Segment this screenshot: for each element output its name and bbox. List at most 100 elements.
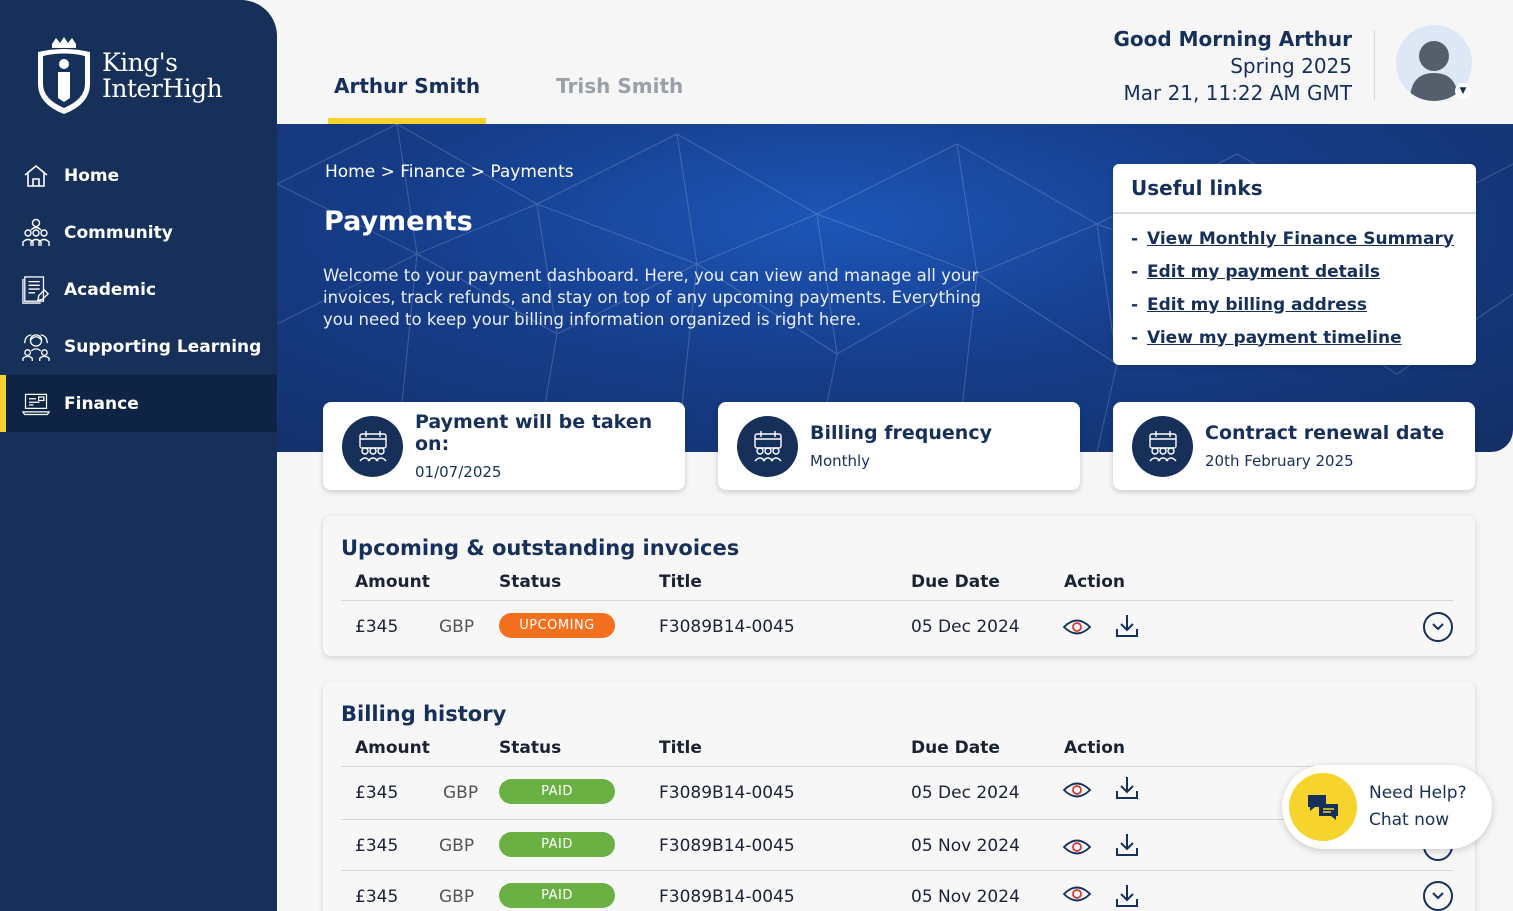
calendar-people-icon — [1132, 415, 1193, 477]
sidebar-item-finance[interactable]: Finance — [0, 375, 277, 432]
currency-cell: GBP — [443, 783, 479, 803]
header-divider — [1374, 30, 1375, 100]
chevron-down-icon — [1432, 623, 1444, 631]
billing-frequency-card: Billing frequency Monthly — [718, 402, 1080, 490]
title-cell: F3089B14-0045 — [659, 617, 795, 637]
calendar-people-icon — [737, 415, 798, 477]
amount-cell: £345 — [355, 836, 399, 856]
crest-icon — [38, 37, 90, 114]
download-icon[interactable] — [1115, 883, 1139, 911]
expand-row-button[interactable] — [1423, 612, 1453, 642]
brand-line-2: InterHigh — [102, 74, 223, 103]
amount-cell: £345 — [355, 783, 399, 803]
currency-cell: GBP — [439, 836, 475, 856]
download-icon[interactable] — [1115, 613, 1139, 643]
greeting-text: Good Morning Arthur — [1113, 27, 1352, 51]
sidebar-nav: Home Community Academic Supporting Learn… — [0, 147, 277, 432]
due-date-cell: 05 Nov 2024 — [911, 887, 1020, 907]
brand-name: King's InterHigh — [102, 50, 223, 103]
datetime-text: Mar 21, 11:22 AM GMT — [1123, 81, 1352, 105]
sidebar-item-community[interactable]: Community — [0, 204, 277, 261]
breadcrumb-separator: > — [380, 162, 395, 182]
due-date-cell: 05 Dec 2024 — [911, 617, 1020, 637]
table-header: Amount Status Title Due Date Action — [341, 738, 1453, 762]
breadcrumb: Home > Finance > Payments — [325, 162, 574, 182]
status-badge: UPCOMING — [499, 613, 615, 638]
list-item: - View my payment timeline — [1131, 321, 1476, 354]
column-title: Title — [659, 572, 702, 592]
term-text: Spring 2025 — [1230, 54, 1352, 78]
currency-cell: GBP — [439, 617, 475, 637]
expand-row-button[interactable] — [1423, 881, 1453, 911]
status-badge: PAID — [499, 832, 615, 857]
sidebar-item-home[interactable]: Home — [0, 147, 277, 204]
column-status: Status — [499, 572, 562, 592]
column-due-date: Due Date — [911, 572, 1000, 592]
view-eye-icon[interactable] — [1062, 779, 1092, 805]
dash: - — [1131, 261, 1139, 282]
table-row: £345 GBP UPCOMING F3089B14-0045 05 Dec 2… — [341, 600, 1453, 652]
column-due-date: Due Date — [911, 738, 1000, 758]
page-description: Welcome to your payment dashboard. Here,… — [323, 266, 982, 329]
dash: - — [1131, 294, 1139, 315]
link-edit-payment-details[interactable]: Edit my payment details — [1147, 262, 1380, 282]
academic-icon — [22, 275, 50, 305]
card-label: Contract renewal date — [1205, 422, 1445, 444]
table-header: Amount Status Title Due Date Action — [341, 572, 1453, 596]
sidebar-item-academic[interactable]: Academic — [0, 261, 277, 318]
link-payment-timeline[interactable]: View my payment timeline — [1147, 328, 1402, 348]
home-icon — [22, 161, 50, 191]
column-status: Status — [499, 738, 562, 758]
greeting-block: Good Morning Arthur Spring 2025 Mar 21, … — [1113, 26, 1352, 107]
status-badge: PAID — [499, 883, 615, 908]
view-eye-icon[interactable] — [1062, 836, 1092, 862]
card-label: Billing frequency — [810, 422, 992, 444]
chat-icon — [1289, 773, 1357, 841]
due-date-cell: 05 Dec 2024 — [911, 783, 1020, 803]
student-tabs: Arthur Smith Trish Smith — [328, 70, 689, 124]
sidebar-item-label: Supporting Learning — [64, 336, 262, 357]
chat-line-2: Chat now — [1369, 810, 1450, 830]
section-title: Upcoming & outstanding invoices — [341, 536, 740, 560]
column-action: Action — [1064, 572, 1125, 592]
status-badge: PAID — [499, 779, 615, 804]
download-icon[interactable] — [1115, 775, 1139, 805]
breadcrumb-finance[interactable]: Finance — [400, 162, 465, 182]
chat-line-1: Need Help? — [1369, 783, 1467, 803]
link-edit-billing-address[interactable]: Edit my billing address — [1147, 295, 1367, 315]
title-cell: F3089B14-0045 — [659, 783, 795, 803]
title-cell: F3089B14-0045 — [659, 887, 795, 907]
chat-now-button[interactable]: Need Help? Chat now — [1282, 765, 1492, 849]
list-item: - View Monthly Finance Summary — [1131, 222, 1476, 255]
community-icon — [22, 218, 50, 248]
card-value: 20th February 2025 — [1205, 452, 1354, 470]
sidebar-item-label: Academic — [64, 279, 157, 300]
download-icon[interactable] — [1115, 832, 1139, 862]
chevron-down-icon — [1432, 892, 1444, 900]
link-monthly-finance-summary[interactable]: View Monthly Finance Summary — [1147, 229, 1454, 249]
card-value: 01/07/2025 — [415, 463, 502, 481]
title-cell: F3089B14-0045 — [659, 836, 795, 856]
column-action: Action — [1064, 738, 1125, 758]
dash: - — [1131, 228, 1139, 249]
breadcrumb-home[interactable]: Home — [325, 162, 375, 182]
view-eye-icon[interactable] — [1062, 883, 1092, 909]
column-amount: Amount — [355, 572, 430, 592]
page-title: Payments — [324, 206, 473, 237]
logo[interactable]: King's InterHigh — [34, 36, 223, 116]
column-title: Title — [659, 738, 702, 758]
tab-trish-smith[interactable]: Trish Smith — [550, 70, 689, 124]
currency-cell: GBP — [439, 887, 475, 907]
chevron-down-icon[interactable]: ▼ — [1455, 83, 1471, 99]
breadcrumb-payments[interactable]: Payments — [490, 162, 573, 182]
calendar-people-icon — [342, 415, 403, 477]
list-item: - Edit my payment details — [1131, 255, 1476, 288]
useful-links-title: Useful links — [1113, 164, 1476, 214]
due-date-cell: 05 Nov 2024 — [911, 836, 1020, 856]
tab-arthur-smith[interactable]: Arthur Smith — [328, 70, 487, 124]
sidebar-item-supporting-learning[interactable]: Supporting Learning — [0, 318, 277, 375]
list-item: - Edit my billing address — [1131, 288, 1476, 321]
view-eye-icon[interactable] — [1062, 616, 1092, 642]
sidebar-item-label: Home — [64, 165, 120, 186]
sidebar-item-label: Community — [64, 222, 173, 243]
